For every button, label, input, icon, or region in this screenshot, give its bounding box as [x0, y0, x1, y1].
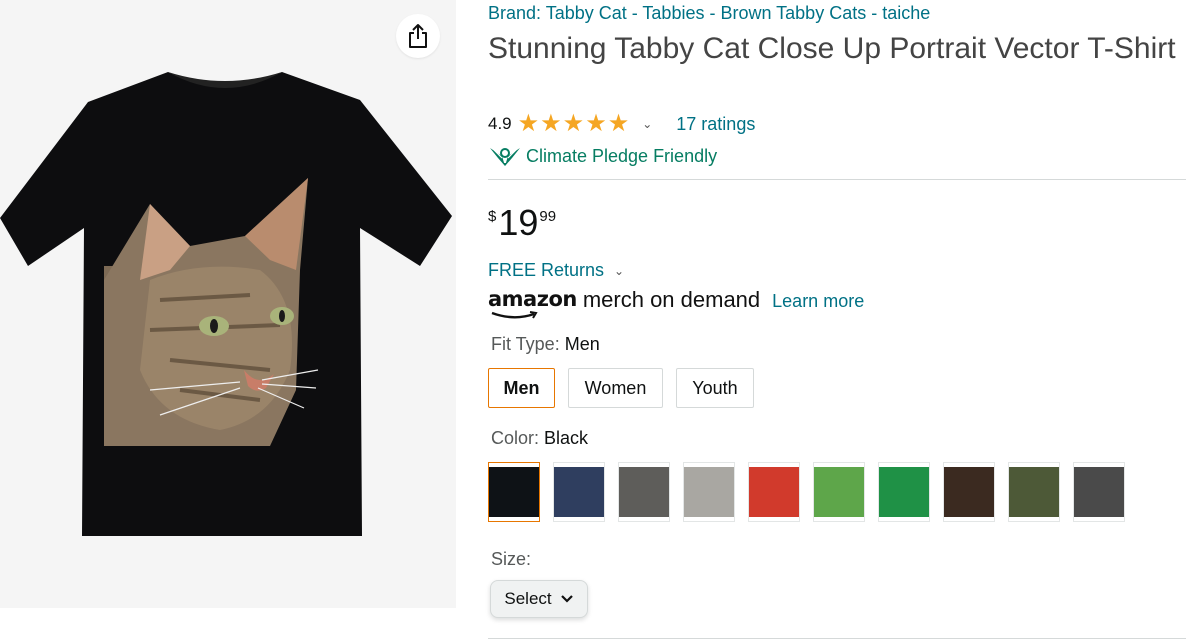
color-swatch-fill — [879, 467, 929, 517]
free-returns[interactable]: FREE Returns ⌄ — [488, 260, 624, 281]
fit-option-men[interactable]: Men — [488, 368, 555, 408]
divider — [488, 638, 1186, 639]
color-swatch[interactable] — [1073, 462, 1125, 522]
color-swatch-fill — [554, 467, 604, 517]
size-label: Size: — [491, 549, 532, 569]
star-icon: ★ — [562, 110, 585, 137]
climate-pledge-icon — [490, 148, 520, 166]
merch-on-demand-text: merch on demand — [582, 287, 761, 312]
price-whole: 19 — [498, 202, 539, 243]
share-button[interactable] — [396, 14, 440, 58]
fit-type-label: Fit Type: Men — [491, 334, 600, 354]
color-swatch[interactable] — [878, 462, 930, 522]
star-icon: ★ — [540, 110, 562, 137]
price-fraction: 99 — [539, 208, 557, 225]
price: $ 19 99 — [488, 204, 556, 242]
color-swatch-fill — [749, 467, 799, 517]
brand-link[interactable]: Brand: Tabby Cat - Tabbies - Brown Tabby… — [488, 3, 930, 24]
chevron-down-icon[interactable]: ⌄ — [642, 117, 652, 131]
color-swatch[interactable] — [683, 462, 735, 522]
climate-pledge-label: Climate Pledge Friendly — [526, 145, 718, 166]
color-swatch-fill — [489, 467, 539, 517]
free-returns-link[interactable]: FREE Returns — [488, 260, 604, 281]
product-title: Stunning Tabby Cat Close Up Portrait Vec… — [488, 32, 1176, 65]
star-icon: ★ — [607, 110, 630, 137]
color-swatch-fill — [1009, 467, 1059, 517]
divider — [488, 179, 1186, 180]
size-select-label: Select — [504, 589, 552, 608]
color-swatch[interactable] — [813, 462, 865, 522]
fit-option-women[interactable]: Women — [568, 368, 663, 408]
color-swatch-fill — [1074, 467, 1124, 517]
color-swatch[interactable] — [1008, 462, 1060, 522]
learn-more-link[interactable]: Learn more — [772, 291, 864, 312]
star-icon: ★ — [517, 110, 540, 137]
share-icon — [409, 24, 427, 48]
color-swatch-fill — [684, 467, 734, 517]
fit-type-options: Men Women Youth — [488, 368, 767, 408]
color-swatch[interactable] — [553, 462, 605, 522]
color-swatches — [488, 462, 1138, 522]
product-image[interactable] — [0, 70, 456, 540]
color-swatch-fill — [944, 467, 994, 517]
ratings-count-link[interactable]: 17 ratings — [676, 114, 755, 135]
chevron-down-icon[interactable]: ⌄ — [614, 264, 624, 278]
color-swatch[interactable] — [748, 462, 800, 522]
amazon-logo: amazon — [488, 287, 577, 319]
color-swatch-fill — [814, 467, 864, 517]
price-symbol: $ — [488, 208, 497, 225]
size-select-dropdown[interactable]: Select — [490, 580, 588, 618]
chevron-down-icon — [560, 595, 573, 603]
color-swatch-fill — [619, 467, 669, 517]
color-swatch[interactable] — [618, 462, 670, 522]
amazon-smile-logo — [491, 311, 538, 319]
color-label: Color: Black — [491, 428, 589, 448]
star-rating[interactable]: ★ ★ ★ ★ ★ — [518, 112, 631, 136]
merch-on-demand: amazon merch on demand Learn more — [488, 287, 864, 323]
climate-pledge-badge[interactable]: Climate Pledge Friendly — [488, 144, 717, 168]
rating-value: 4.9 — [488, 114, 512, 133]
fit-option-youth[interactable]: Youth — [676, 368, 754, 408]
rating-row: 4.9 ★ ★ ★ ★ ★ ⌄ 17 ratings — [488, 112, 755, 136]
product-image-panel[interactable] — [0, 0, 456, 608]
color-swatch[interactable] — [488, 462, 540, 522]
star-icon: ★ — [585, 110, 607, 137]
color-swatch[interactable] — [943, 462, 995, 522]
